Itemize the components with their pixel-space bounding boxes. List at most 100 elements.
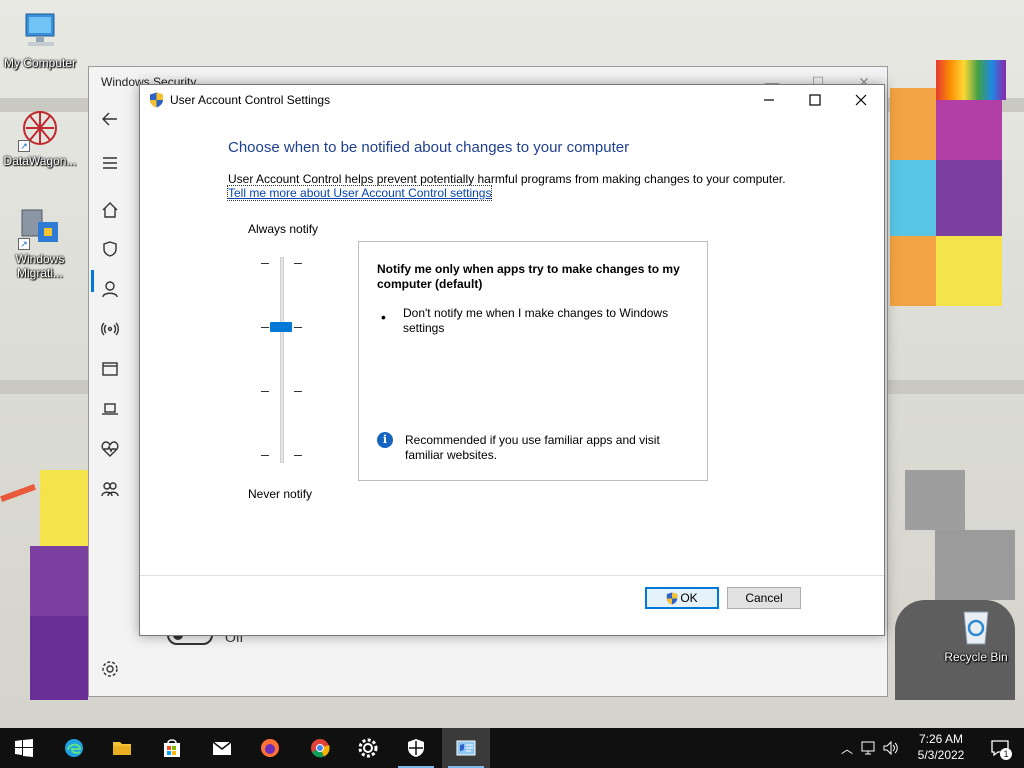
wireless-icon xyxy=(101,322,119,336)
dialog-footer: OK Cancel xyxy=(140,575,884,635)
slider-tick xyxy=(294,455,302,456)
slider-tick xyxy=(294,327,302,328)
network-icon[interactable] xyxy=(860,739,878,757)
slider-tick xyxy=(261,263,269,264)
laptop-icon xyxy=(102,403,118,415)
computer-icon xyxy=(18,10,62,54)
chrome-icon xyxy=(311,739,330,758)
menu-button[interactable] xyxy=(89,145,131,181)
nav-device-health[interactable] xyxy=(89,431,131,467)
taskbar-store[interactable] xyxy=(148,728,196,768)
action-center-button[interactable]: 1 xyxy=(990,738,1012,760)
system-tray: ︿ xyxy=(838,728,900,768)
page-heading: Choose when to be notified about changes… xyxy=(228,139,630,156)
heart-pulse-icon xyxy=(101,441,119,457)
info-icon: i xyxy=(377,432,393,448)
nav-family-options[interactable] xyxy=(89,471,131,507)
firefox-icon xyxy=(261,739,279,757)
uac-settings-dialog[interactable]: User Account Control Settings Choose whe… xyxy=(139,84,885,636)
cancel-button[interactable]: Cancel xyxy=(727,587,801,609)
slider-thumb[interactable] xyxy=(270,322,292,332)
close-icon xyxy=(855,94,867,106)
desktop-icon-label: My Computer xyxy=(3,56,77,70)
learn-more-link[interactable]: Tell me more about User Account Control … xyxy=(226,185,493,201)
wallpaper-block xyxy=(40,470,88,546)
taskbar-chrome[interactable] xyxy=(296,728,344,768)
desktop-icon-label: Recycle Bin xyxy=(944,650,1008,664)
uac-shield-icon xyxy=(150,92,163,108)
slider-bottom-label: Never notify xyxy=(248,487,313,501)
level-bullet-text: Don't notify me when I make changes to W… xyxy=(403,306,669,335)
ok-label: OK xyxy=(680,591,698,605)
wallpaper-block xyxy=(936,160,1002,236)
nav-account-protection[interactable] xyxy=(89,271,131,307)
desktop-icon-recycle-bin[interactable]: Recycle Bin xyxy=(936,604,1016,664)
taskbar-settings[interactable] xyxy=(344,728,392,768)
chevron-up-icon[interactable]: ︿ xyxy=(838,740,856,757)
nav-home[interactable] xyxy=(89,192,131,228)
edge-icon xyxy=(65,739,83,757)
folder-icon xyxy=(113,742,131,755)
nav-device-security[interactable] xyxy=(89,391,131,427)
maximize-button[interactable] xyxy=(792,85,838,115)
close-button[interactable] xyxy=(838,85,884,115)
uac-titlebar[interactable]: User Account Control Settings xyxy=(140,85,884,115)
family-icon xyxy=(101,482,119,497)
slider-tick xyxy=(261,455,269,456)
slider-tick xyxy=(294,263,302,264)
gear-icon xyxy=(102,661,118,677)
store-icon xyxy=(164,739,180,757)
back-button[interactable] xyxy=(89,101,131,137)
bullet-icon: • xyxy=(381,309,386,325)
slider-tick xyxy=(294,391,302,392)
nav-settings[interactable] xyxy=(89,651,131,687)
taskbar-mail[interactable] xyxy=(198,728,246,768)
wallpaper-block xyxy=(30,616,88,700)
shortcut-arrow-icon: ↗ xyxy=(18,238,30,250)
shield-icon xyxy=(103,241,117,257)
wallpaper-block xyxy=(890,236,936,306)
wallpaper-block xyxy=(890,88,936,160)
taskbar-uac-settings[interactable] xyxy=(442,728,490,768)
minimize-button[interactable] xyxy=(746,85,792,115)
taskbar: ︿ 7:26 AM 5/3/2022 1 xyxy=(0,728,1024,768)
system-clock[interactable]: 7:26 AM 5/3/2022 xyxy=(906,731,976,763)
desktop-icon-label: Windows Migrati... xyxy=(15,252,65,280)
wallpaper-block xyxy=(905,470,965,530)
maximize-icon xyxy=(809,94,821,106)
wallpaper-block xyxy=(30,546,88,616)
windows-migration-icon: ↗ xyxy=(18,206,62,250)
recycle-bin-icon xyxy=(954,604,998,648)
shortcut-arrow-icon: ↗ xyxy=(18,140,30,152)
gear-icon xyxy=(358,738,378,758)
slider-top-label: Always notify xyxy=(248,222,319,236)
shield-icon xyxy=(408,739,424,757)
volume-icon[interactable] xyxy=(882,739,900,757)
windows-security-nav xyxy=(89,99,131,696)
minimize-icon xyxy=(764,99,774,101)
taskbar-firefox[interactable] xyxy=(246,728,294,768)
notification-level-slider[interactable] xyxy=(280,257,284,463)
uac-title: User Account Control Settings xyxy=(170,93,331,107)
wallpaper-block xyxy=(936,60,1006,100)
taskbar-windows-security[interactable] xyxy=(392,728,440,768)
ok-button[interactable]: OK xyxy=(645,587,719,609)
desktop-icon-datawagon[interactable]: ↗ DataWagon... xyxy=(0,108,80,168)
desktop-icon-my-computer[interactable]: My Computer xyxy=(0,10,80,70)
nav-virus-protection[interactable] xyxy=(89,231,131,267)
person-icon xyxy=(102,281,118,298)
taskbar-file-explorer[interactable] xyxy=(98,728,146,768)
windows-logo-icon xyxy=(15,739,33,757)
level-description-box: Notify me only when apps try to make cha… xyxy=(358,241,708,481)
taskbar-edge[interactable] xyxy=(50,728,98,768)
hamburger-icon xyxy=(103,157,117,169)
nav-firewall[interactable] xyxy=(89,311,131,347)
start-button[interactable] xyxy=(0,728,48,768)
desktop-icon-windows-migration[interactable]: ↗ Windows Migrati... xyxy=(0,206,80,280)
nav-app-browser[interactable] xyxy=(89,351,131,387)
uac-shield-icon xyxy=(667,592,678,604)
level-title: Notify me only when apps try to make cha… xyxy=(377,262,680,291)
wallpaper-block xyxy=(936,236,1002,306)
datawagon-icon: ↗ xyxy=(18,108,62,152)
uac-settings-icon xyxy=(456,740,476,756)
